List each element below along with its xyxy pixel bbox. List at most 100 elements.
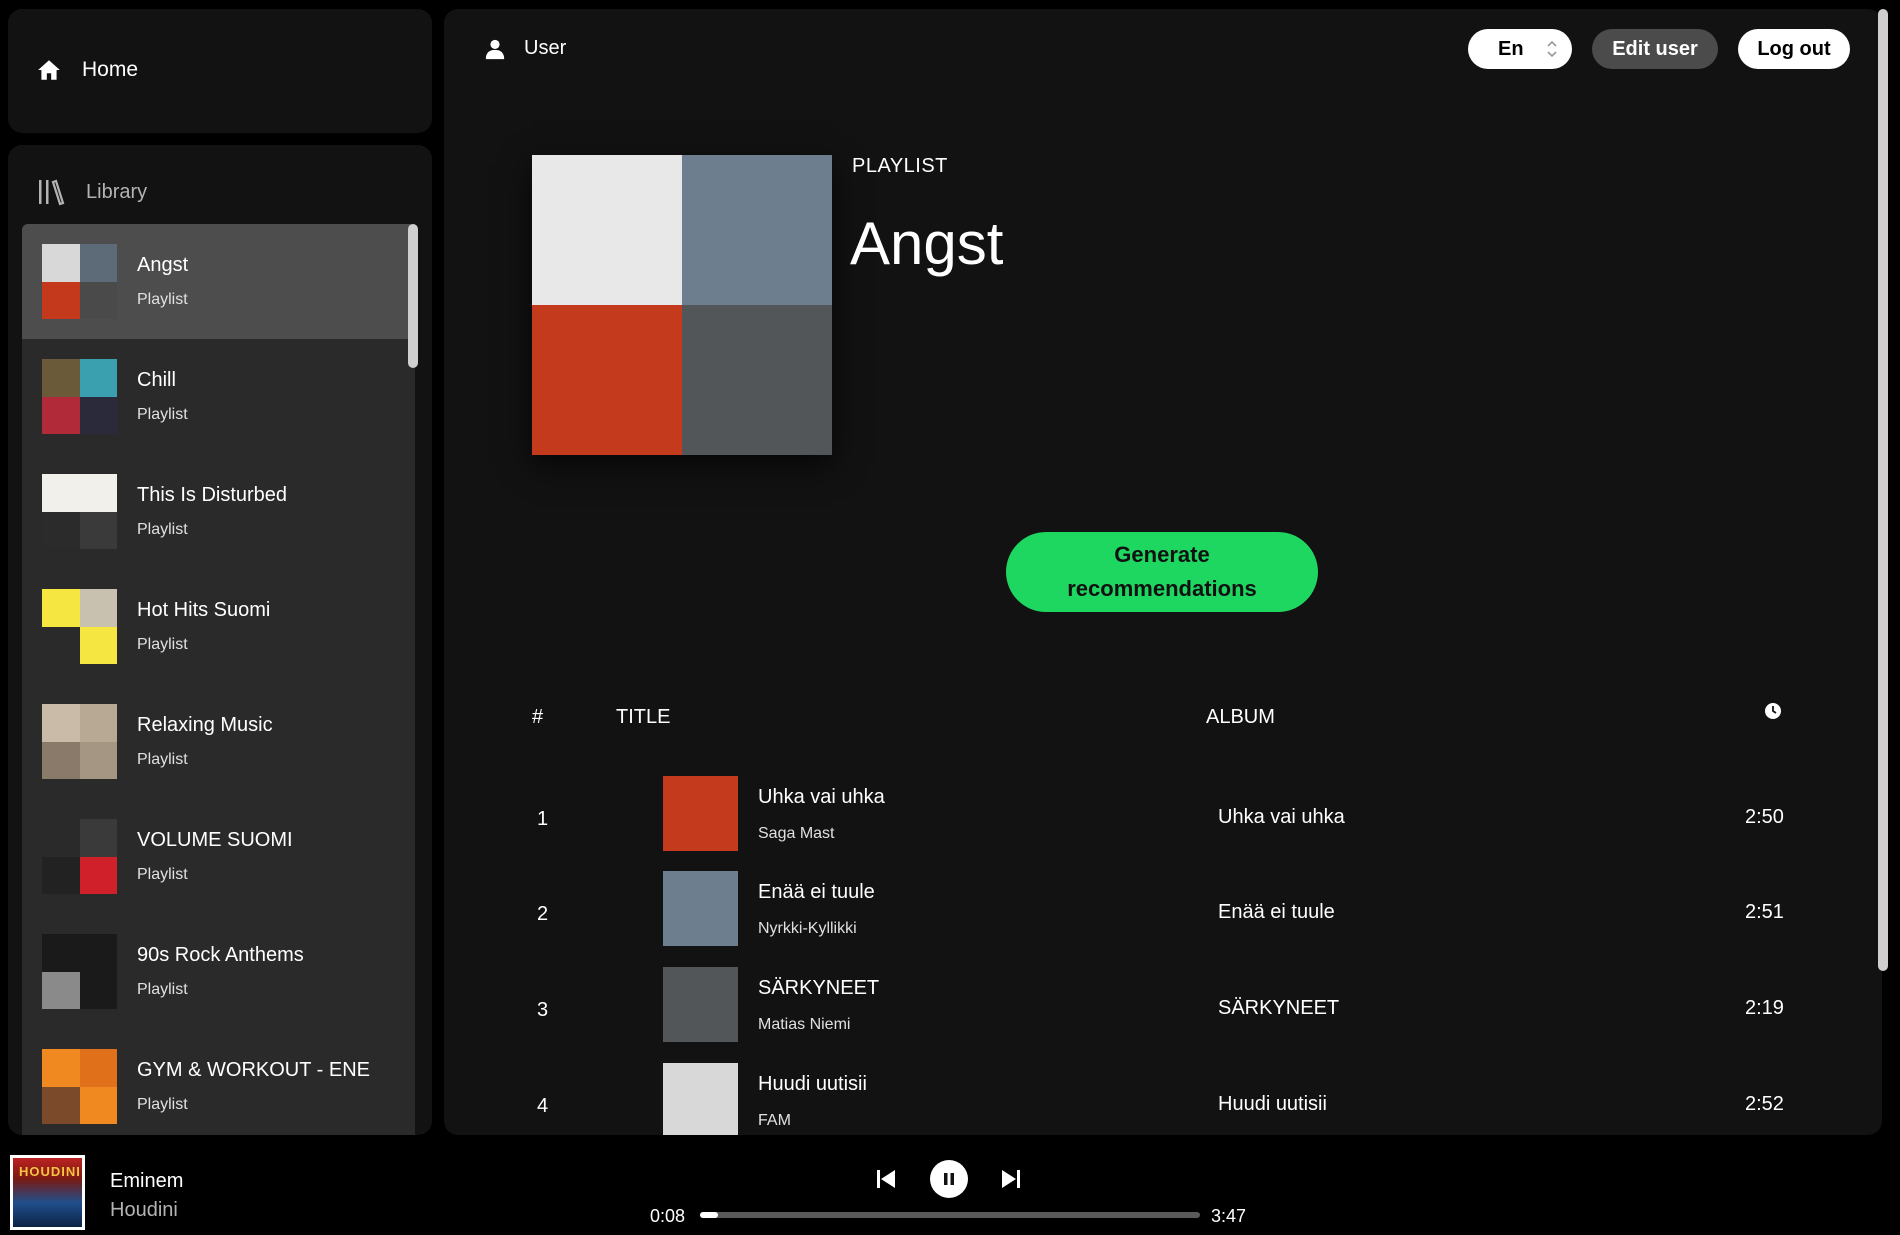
library-item-thumbnail	[42, 474, 117, 549]
library-item[interactable]: This Is Disturbed Playlist	[22, 454, 415, 569]
language-value: En	[1498, 37, 1524, 60]
library-item-text: Chill Playlist	[137, 369, 188, 424]
next-track-icon[interactable]	[1001, 1168, 1021, 1190]
library-link[interactable]: Library	[36, 177, 147, 207]
library-item-text: 90s Rock Anthems Playlist	[137, 944, 304, 999]
library-item[interactable]: Angst Playlist	[22, 224, 415, 339]
progress-bar[interactable]	[700, 1212, 1200, 1218]
track-title: Uhka vai uhka	[758, 786, 885, 808]
library-item-thumbnail	[42, 819, 117, 894]
library-item-thumbnail	[42, 1049, 117, 1124]
track-duration: 2:52	[1745, 1093, 1784, 1115]
playlist-cover	[532, 155, 832, 455]
track-thumbnail	[663, 871, 738, 946]
current-time: 0:08	[650, 1206, 686, 1226]
library-item-subtitle: Playlist	[137, 751, 188, 768]
logout-button[interactable]: Log out	[1738, 29, 1850, 69]
track-row[interactable]: 1 Uhka vai uhka Saga Mast Uhka vai uhka 2:50	[444, 776, 1882, 871]
track-album: Uhka vai uhka	[1218, 806, 1345, 828]
track-number: 3	[537, 999, 549, 1021]
cover-quadrant	[532, 155, 682, 305]
track-title: SÄRKYNEET	[758, 977, 880, 999]
library-item-title: 90s Rock Anthems	[137, 944, 304, 966]
home-label: Home	[82, 58, 139, 81]
home-icon	[38, 60, 60, 80]
library-item-thumbnail	[42, 589, 117, 664]
track-number: 1	[537, 808, 549, 830]
cover-quadrant	[682, 305, 832, 455]
playlist-title: Angst	[850, 210, 1004, 277]
progress-fill	[700, 1212, 718, 1218]
library-item-thumbnail	[42, 244, 117, 319]
library-item[interactable]: Chill Playlist	[22, 339, 415, 454]
column-header-album: ALBUM	[1206, 706, 1275, 728]
library-item-subtitle: Playlist	[137, 521, 188, 538]
select-arrows-icon	[1547, 40, 1557, 58]
now-playing-cover-text: HOUDINI	[19, 1164, 81, 1179]
edit-user-button[interactable]: Edit user	[1592, 29, 1718, 69]
pause-icon	[944, 1173, 954, 1185]
previous-track-icon[interactable]	[876, 1168, 896, 1190]
library-item[interactable]: Hot Hits Suomi Playlist	[22, 569, 415, 684]
library-icon	[39, 179, 65, 206]
total-time: 3:47	[1211, 1206, 1247, 1226]
language-select[interactable]: En	[1468, 29, 1572, 69]
generate-label-line1: Generate	[1114, 542, 1210, 567]
generate-label-line2: recommendations	[1067, 576, 1257, 601]
library-item-text: VOLUME SUOMI Playlist	[137, 829, 293, 884]
cover-quadrant	[682, 155, 832, 305]
track-row[interactable]: 2 Enää ei tuule Nyrkki-Kyllikki Enää ei tuu…	[444, 871, 1882, 966]
track-thumbnail	[663, 967, 738, 1042]
track-album: SÄRKYNEET	[1218, 997, 1340, 1019]
track-row[interactable]: 4 Huudi uutisii FAM Huudi uutisii 2:52	[444, 1063, 1882, 1135]
library-panel: Library Angst Playlist Chill Playlist This I…	[8, 145, 432, 1135]
cover-quadrant	[532, 305, 682, 455]
track-thumbnail	[663, 776, 738, 851]
track-duration: 2:50	[1745, 806, 1784, 828]
track-title: Huudi uutisii	[758, 1073, 867, 1095]
generate-recommendations-button[interactable]: Generate recommendations	[1006, 532, 1318, 612]
clock-icon	[1765, 703, 1781, 719]
track-artist: Matias Niemi	[758, 1016, 851, 1033]
library-item-text: This Is Disturbed Playlist	[137, 484, 287, 539]
track-artist: FAM	[758, 1112, 791, 1129]
user-link[interactable]: User	[484, 37, 566, 60]
track-number: 2	[537, 903, 549, 925]
pause-button[interactable]	[930, 1160, 968, 1198]
column-header-number: #	[532, 706, 544, 728]
library-item[interactable]: 90s Rock Anthems Playlist	[22, 914, 415, 1029]
library-item-title: Hot Hits Suomi	[137, 599, 271, 621]
playlist-type-label: PLAYLIST	[852, 155, 948, 177]
track-thumbnail	[663, 1063, 738, 1135]
library-item[interactable]: GYM & WORKOUT - ENE Playlist	[22, 1029, 415, 1135]
library-item[interactable]: VOLUME SUOMI Playlist	[22, 799, 415, 914]
library-item-subtitle: Playlist	[137, 866, 188, 883]
library-item-thumbnail	[42, 704, 117, 779]
library-item-thumbnail	[42, 359, 117, 434]
main-panel: User En Edit user Log out PLAYLIST Angst…	[444, 9, 1882, 1135]
track-duration: 2:51	[1745, 901, 1784, 923]
library-label: Library	[86, 180, 148, 203]
column-header-title: TITLE	[616, 706, 671, 728]
main-scrollbar[interactable]	[1878, 9, 1888, 971]
track-artist: Saga Mast	[758, 825, 835, 842]
track-row[interactable]: 3 SÄRKYNEET Matias Niemi SÄRKYNEET 2:19	[444, 967, 1882, 1062]
library-item-thumbnail	[42, 934, 117, 1009]
now-playing-cover: HOUDINI	[10, 1155, 85, 1230]
library-item-title: Relaxing Music	[137, 714, 273, 736]
now-playing-song: Houdini	[110, 1199, 178, 1221]
track-title: Enää ei tuule	[758, 881, 875, 903]
library-item-text: Relaxing Music Playlist	[137, 714, 273, 769]
track-album: Huudi uutisii	[1218, 1093, 1327, 1115]
home-link[interactable]: Home	[36, 57, 138, 83]
library-item[interactable]: Relaxing Music Playlist	[22, 684, 415, 799]
library-item-text: Angst Playlist	[137, 254, 188, 309]
track-artist: Nyrkki-Kyllikki	[758, 920, 857, 937]
library-scrollbar[interactable]	[408, 224, 418, 368]
library-item-title: GYM & WORKOUT - ENE	[137, 1059, 370, 1081]
library-item-title: Chill	[137, 369, 176, 391]
library-item-subtitle: Playlist	[137, 406, 188, 423]
library-list: Angst Playlist Chill Playlist This Is Distur…	[22, 224, 415, 1135]
library-item-subtitle: Playlist	[137, 1096, 188, 1113]
track-number: 4	[537, 1095, 549, 1117]
